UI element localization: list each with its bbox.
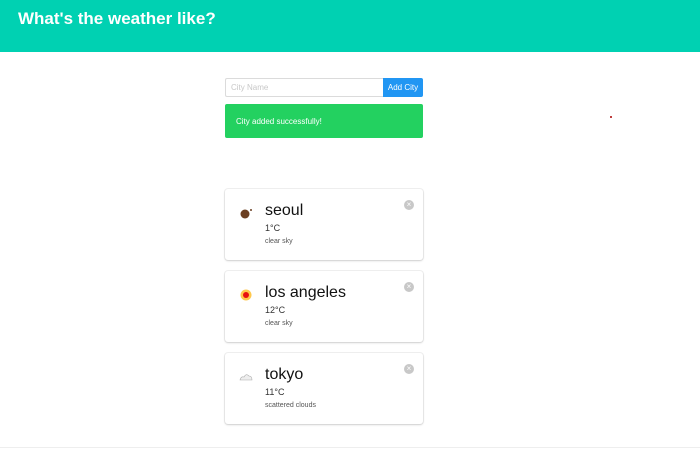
city-description: scattered clouds (265, 402, 316, 409)
city-name-input[interactable] (225, 78, 383, 97)
page-title: What's the weather like? (18, 9, 216, 28)
city-temperature: 12°C (265, 305, 286, 315)
decorative-dot (610, 116, 612, 118)
add-city-button[interactable]: Add City (383, 78, 423, 97)
city-name: los angeles (265, 284, 346, 301)
moon-icon (240, 209, 252, 219)
city-card-los-angeles: los angeles 12°C clear sky × (225, 271, 423, 342)
success-notification: City added successfully! (225, 104, 423, 138)
delete-city-button[interactable]: × (404, 282, 414, 292)
city-card-seoul: seoul 1°C clear sky × (225, 189, 423, 260)
city-temperature: 1°C (265, 223, 281, 233)
city-card-tokyo: tokyo 11°C scattered clouds × (225, 353, 423, 424)
city-name: seoul (265, 202, 304, 219)
delete-city-button[interactable]: × (404, 200, 414, 210)
sun-icon (240, 289, 252, 301)
footer-divider (0, 447, 700, 448)
city-name: tokyo (265, 366, 304, 383)
header: What's the weather like? (0, 0, 700, 52)
cloud-icon (239, 374, 253, 381)
add-city-form: Add City (225, 78, 423, 97)
city-temperature: 11°C (265, 387, 285, 397)
delete-city-button[interactable]: × (404, 364, 414, 374)
city-description: clear sky (265, 320, 293, 327)
city-description: clear sky (265, 238, 293, 245)
